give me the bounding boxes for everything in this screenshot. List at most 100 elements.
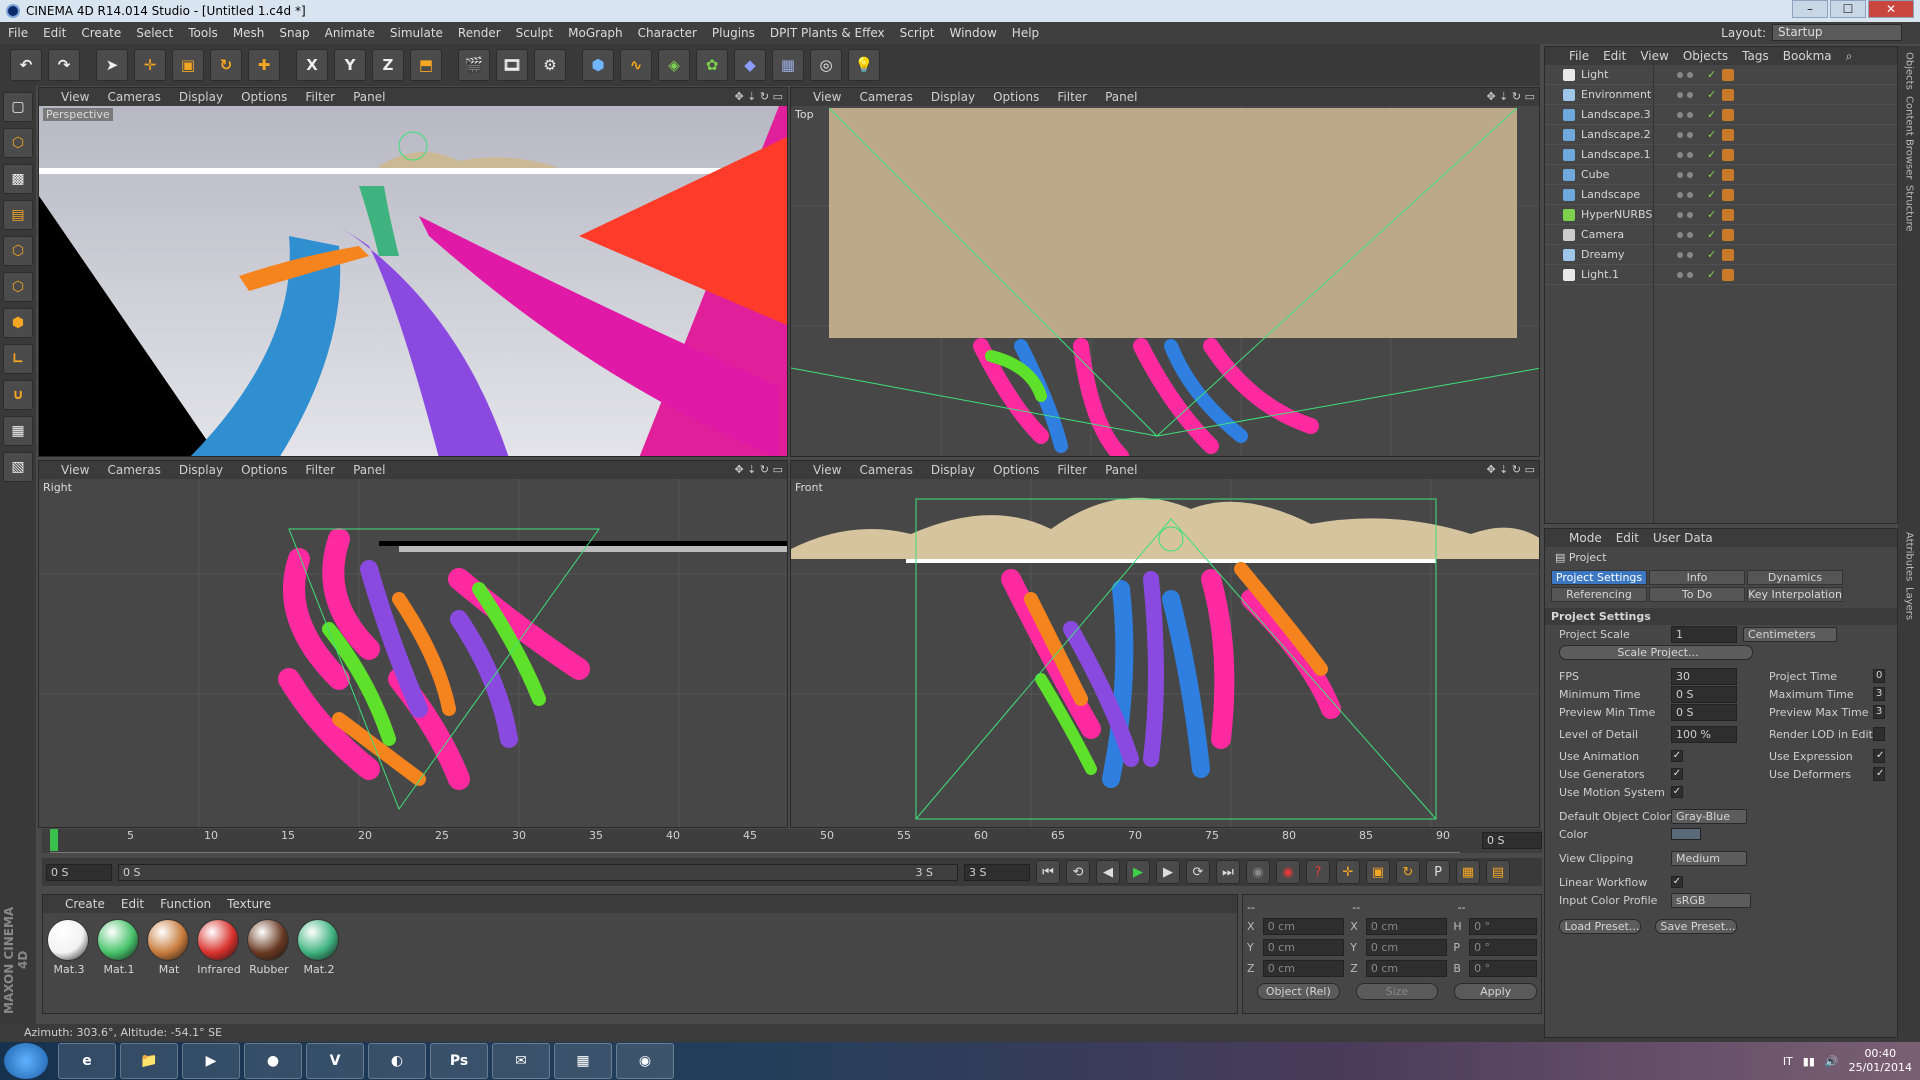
vp-menu-display[interactable]: Display	[179, 463, 223, 477]
vp-menu-filter[interactable]: Filter	[305, 90, 335, 104]
previous-key-icon[interactable]: ⟲	[1066, 860, 1090, 884]
rotation-b-field[interactable]: 0 °	[1469, 960, 1538, 977]
coordinate-mode-dropdown[interactable]: Object (Rel)	[1257, 983, 1340, 1000]
apps-grid-icon[interactable]: ▦	[554, 1043, 612, 1079]
visibility-dots[interactable]	[1677, 71, 1707, 78]
menu-create[interactable]: Create	[81, 26, 121, 40]
obj-menu-objects[interactable]: Objects	[1683, 49, 1728, 63]
language-indicator[interactable]: IT	[1783, 1055, 1793, 1068]
points-mode-icon[interactable]: ⬡	[3, 236, 33, 266]
side-tab-layers[interactable]: Layers	[1904, 587, 1915, 620]
vp-menu-cameras[interactable]: Cameras	[859, 90, 912, 104]
cube-primitive-icon[interactable]: ⬢	[582, 49, 614, 81]
vp-menu-display[interactable]: Display	[931, 463, 975, 477]
light-icon[interactable]: 💡	[848, 49, 880, 81]
vp-menu-panel[interactable]: Panel	[353, 90, 385, 104]
menu-script[interactable]: Script	[900, 26, 935, 40]
object-row[interactable]: Cube ✓	[1545, 165, 1897, 185]
next-key-icon[interactable]: ⟳	[1186, 860, 1210, 884]
parameter-key-icon[interactable]: P	[1426, 860, 1450, 884]
vp-menu-view[interactable]: View	[61, 90, 89, 104]
play-icon[interactable]: ▶	[1126, 860, 1150, 884]
attr-menu-edit[interactable]: Edit	[1616, 531, 1639, 545]
minimize-button[interactable]: –	[1792, 0, 1828, 18]
tag-icon[interactable]	[1722, 88, 1735, 101]
vp-menu-view[interactable]: View	[61, 463, 89, 477]
viewport-nav-icons[interactable]: ✥ ⇣ ↻ ▭	[1486, 463, 1535, 476]
viber-icon[interactable]: V	[306, 1043, 364, 1079]
material-item[interactable]: Infrared	[197, 919, 241, 976]
object-row[interactable]: Landscape.2 ✓	[1545, 125, 1897, 145]
menu-plugins[interactable]: Plugins	[712, 26, 755, 40]
visibility-dots[interactable]	[1677, 211, 1707, 218]
go-to-end-icon[interactable]: ⏭	[1216, 860, 1240, 884]
menu-window[interactable]: Window	[949, 26, 996, 40]
enabled-check-icon[interactable]: ✓	[1707, 228, 1716, 241]
vp-menu-options[interactable]: Options	[241, 463, 287, 477]
media-player-icon[interactable]: ▶	[182, 1043, 240, 1079]
menu-tools[interactable]: Tools	[188, 26, 218, 40]
use-expression-checkbox[interactable]: ✓	[1873, 749, 1885, 763]
viewport-front[interactable]: View Cameras Display Options Filter Pane…	[790, 460, 1540, 828]
fps-field[interactable]: 30	[1671, 667, 1737, 685]
move-tool-icon[interactable]: ✛	[134, 49, 166, 81]
tag-icon[interactable]	[1722, 148, 1735, 161]
tab-todo[interactable]: To Do	[1649, 587, 1745, 602]
tag-icon[interactable]	[1722, 228, 1735, 241]
axis-mode-icon[interactable]: ∟	[3, 344, 33, 374]
menu-render[interactable]: Render	[458, 26, 501, 40]
vp-menu-filter[interactable]: Filter	[305, 463, 335, 477]
visibility-dots[interactable]	[1677, 131, 1707, 138]
keyframe-selection-icon[interactable]: ?	[1306, 860, 1330, 884]
tab-project-settings[interactable]: Project Settings	[1551, 570, 1647, 585]
size-y-field[interactable]: 0 cm	[1365, 939, 1448, 956]
vp-menu-view[interactable]: View	[813, 90, 841, 104]
start-time-field[interactable]: 0 S	[46, 863, 112, 881]
menu-sculpt[interactable]: Sculpt	[516, 26, 553, 40]
x-axis-lock-button[interactable]: X	[296, 49, 328, 81]
array-icon[interactable]: ✿	[696, 49, 728, 81]
edges-mode-icon[interactable]: ⬡	[3, 272, 33, 302]
camera-icon[interactable]: ◎	[810, 49, 842, 81]
obj-menu-bookmarks[interactable]: Bookma	[1783, 49, 1832, 63]
layout-dropdown[interactable]: Startup	[1772, 24, 1902, 41]
viewport-top[interactable]: View Cameras Display Options Filter Pane…	[790, 87, 1540, 457]
tag-icon[interactable]	[1722, 268, 1735, 281]
vp-menu-display[interactable]: Display	[931, 90, 975, 104]
spline-icon[interactable]: ∿	[620, 49, 652, 81]
menu-mesh[interactable]: Mesh	[233, 26, 265, 40]
object-row[interactable]: Dreamy ✓	[1545, 245, 1897, 265]
workplane-icon[interactable]: ▦	[3, 416, 33, 446]
material-item[interactable]: Mat	[147, 919, 191, 976]
floor-icon[interactable]: ▦	[772, 49, 804, 81]
default-color-dropdown[interactable]: Gray-Blue	[1671, 808, 1747, 824]
scale-unit-dropdown[interactable]: Centimeters	[1743, 626, 1837, 642]
previous-frame-icon[interactable]: ◀	[1096, 860, 1120, 884]
viewport-perspective[interactable]: View Cameras Display Options Filter Pane…	[38, 87, 788, 457]
explorer-icon[interactable]: 📁	[120, 1043, 178, 1079]
make-editable-icon[interactable]: ▢	[3, 92, 33, 122]
firefox-icon[interactable]: ◐	[368, 1043, 426, 1079]
search-icon[interactable]: ⌕	[1846, 49, 1853, 64]
timeline-playhead[interactable]	[50, 829, 58, 851]
object-row[interactable]: Environment ✓	[1545, 85, 1897, 105]
min-time-field[interactable]: 0 S	[1671, 685, 1737, 703]
load-preset-button[interactable]: Load Preset...	[1559, 918, 1641, 934]
material-item[interactable]: Mat.2	[297, 919, 341, 976]
mail-icon[interactable]: ✉	[492, 1043, 550, 1079]
tab-dynamics[interactable]: Dynamics	[1747, 570, 1843, 585]
use-motion-checkbox[interactable]: ✓	[1671, 786, 1683, 798]
project-scale-field[interactable]: 1	[1671, 625, 1737, 643]
maximize-button[interactable]: ☐	[1830, 0, 1866, 18]
viewport-nav-icons[interactable]: ✥ ⇣ ↻ ▭	[734, 463, 783, 476]
menu-file[interactable]: File	[8, 26, 28, 40]
mat-menu-edit[interactable]: Edit	[121, 897, 144, 911]
vp-menu-filter[interactable]: Filter	[1057, 463, 1087, 477]
side-tab-attributes[interactable]: Attributes	[1904, 532, 1915, 581]
z-axis-lock-button[interactable]: Z	[372, 49, 404, 81]
menu-help[interactable]: Help	[1012, 26, 1039, 40]
visibility-dots[interactable]	[1677, 231, 1707, 238]
size-x-field[interactable]: 0 cm	[1365, 918, 1448, 935]
rotation-p-field[interactable]: 0 °	[1469, 939, 1538, 956]
lod-field[interactable]: 100 %	[1671, 725, 1737, 743]
